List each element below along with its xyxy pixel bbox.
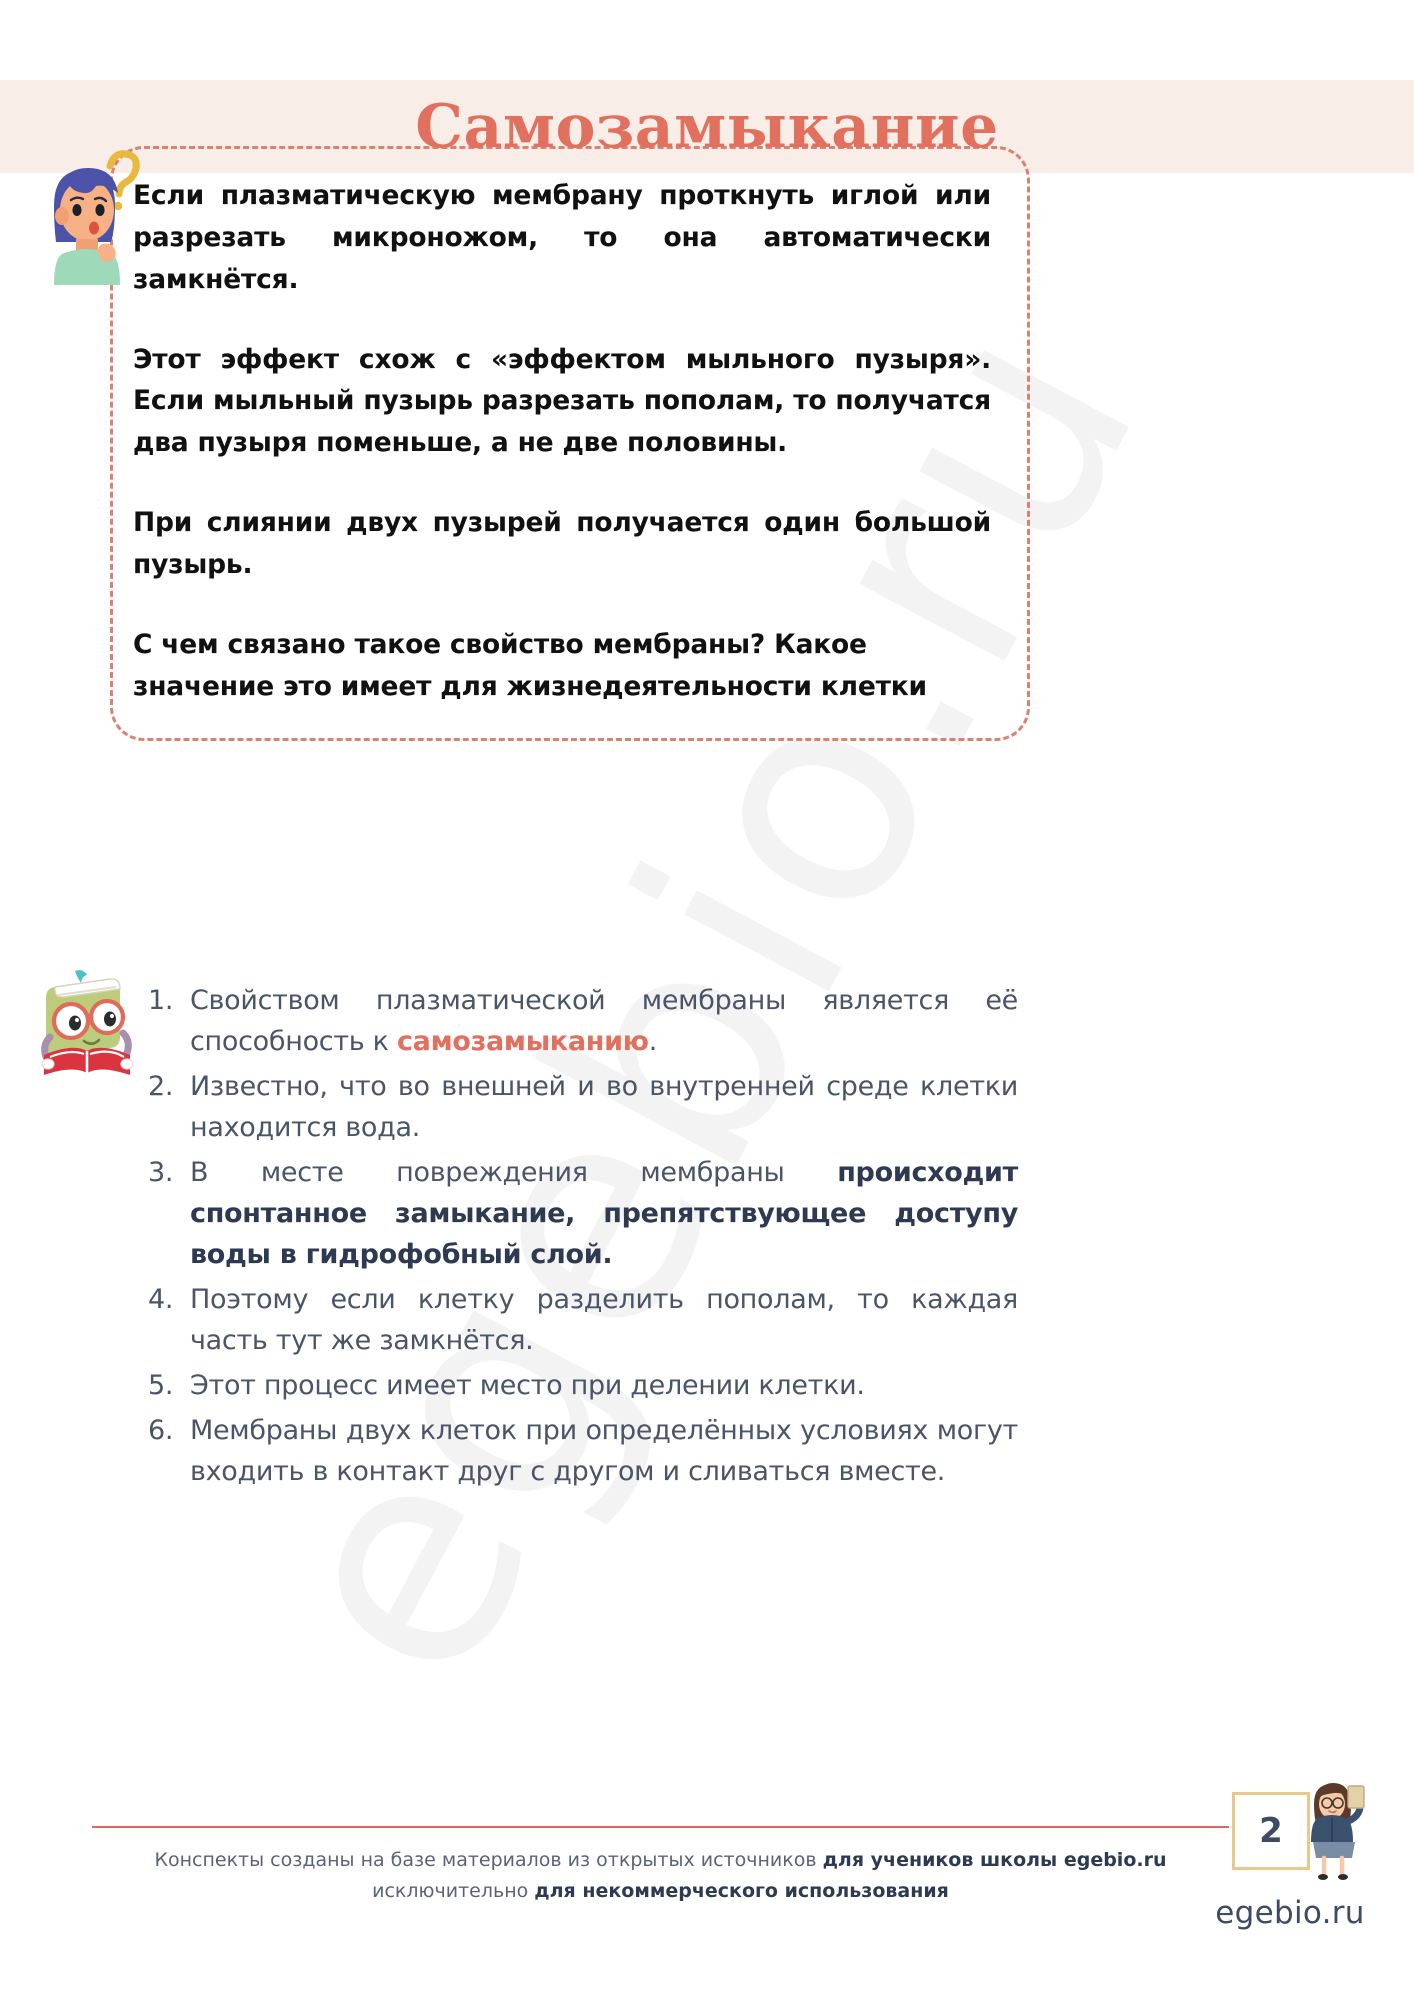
answer-item-number: 4.: [148, 1284, 174, 1316]
answer-item: 2. Известно, что во внешней и во внутренн…: [148, 1066, 1018, 1148]
girl-thinking-icon: [32, 140, 147, 285]
answer-item-text: В месте повреждения мембраны: [190, 1157, 838, 1189]
answer-item: 6. Мембраны двух клеток при определённых …: [148, 1410, 1018, 1492]
answer-item: 3. В месте повреждения мембраны происходи…: [148, 1152, 1018, 1275]
answer-item-number: 1.: [148, 985, 174, 1016]
answer-item: 4. Поэтому если клетку разделить пополам,…: [148, 1279, 1018, 1361]
question-paragraph-1: Если плазматическую мембрану проткнуть и…: [133, 180, 991, 295]
footer-line-2: исключительно для некоммерческого исполь…: [92, 1876, 1229, 1907]
answer-item: 1. Свойством плазматической мембраны явля…: [148, 980, 1018, 1062]
footer-line-1: Конспекты созданы на базе материалов из …: [92, 1845, 1229, 1876]
answer-item-text: Этот процесс имеет место при делении кле…: [190, 1370, 865, 1402]
answer-list: 1. Свойством плазматической мембраны явля…: [148, 980, 1018, 1496]
page-number: 2: [1259, 1811, 1283, 1851]
answer-item-number: 5.: [148, 1370, 174, 1402]
teacher-icon: [1296, 1778, 1374, 1882]
answer-item-text: самозамыканию: [396, 1026, 649, 1058]
answer-item-number: 6.: [148, 1415, 174, 1447]
answer-item-text: Известно, что во внешней и во внутренней…: [190, 1071, 1018, 1144]
answer-item-number: 2.: [148, 1071, 174, 1103]
brand-label: egebio.ru: [1215, 1895, 1365, 1931]
answer-item-number: 3.: [148, 1157, 174, 1189]
question-paragraph-3: При слиянии двух пузырей получается один…: [133, 507, 991, 581]
answer-item-text: .: [648, 1026, 658, 1058]
answer-item-text: Мембраны двух клеток при определённых ус…: [190, 1415, 1018, 1488]
question-paragraph-4: С чем связано такое свойство мембраны? К…: [133, 628, 927, 702]
footer-line-2-bold: для некоммерческого использования: [534, 1879, 949, 1902]
footer-line-1-plain: Конспекты созданы на базе материалов из …: [154, 1849, 823, 1871]
page-title: Самозамыкание: [415, 91, 999, 162]
answer-item: 5. Этот процесс имеет место при делении к…: [148, 1365, 1018, 1406]
question-paragraph-2: Этот эффект схож с «эффектом мыльного пу…: [133, 343, 991, 459]
footer-line-2-plain: исключительно: [372, 1879, 535, 1902]
footer-divider: [92, 1826, 1229, 1828]
question-box: Если плазматическую мембрану проткнуть и…: [110, 146, 1030, 741]
footer-disclaimer: Конспекты созданы на базе материалов из …: [92, 1845, 1229, 1907]
footer-line-1-bold: для учеников школы egebio.ru: [822, 1849, 1167, 1871]
answer-item-text: Поэтому если клетку разделить пополам, т…: [190, 1284, 1018, 1357]
book-character-icon: [28, 965, 143, 1080]
